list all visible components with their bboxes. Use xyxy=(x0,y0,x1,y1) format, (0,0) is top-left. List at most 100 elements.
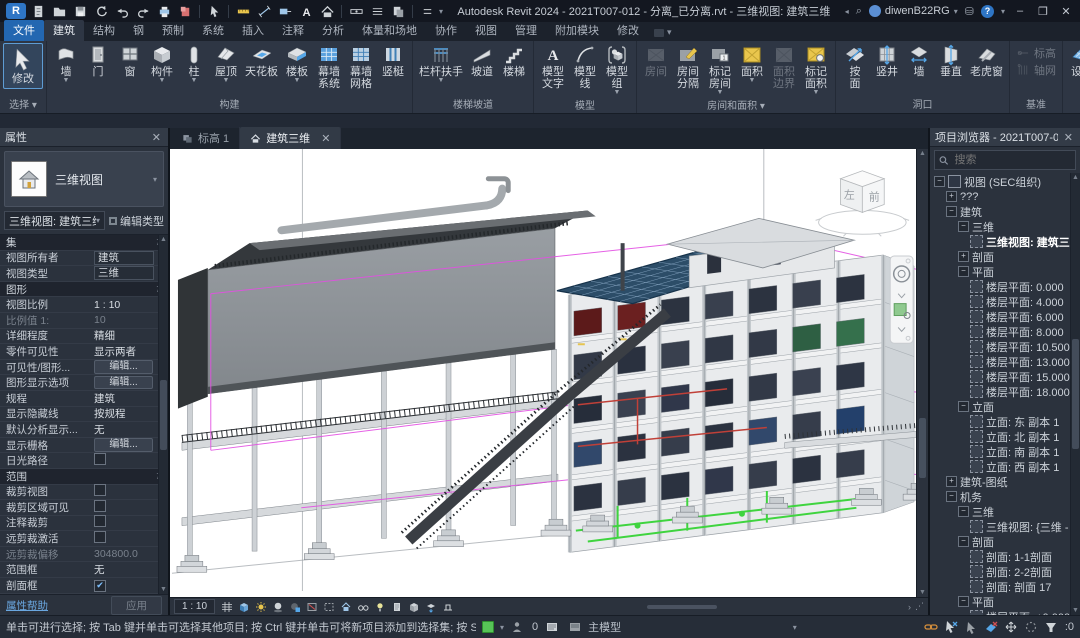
property-section-集[interactable]: 集⊼ xyxy=(0,235,168,251)
close-inactive-icon[interactable] xyxy=(176,3,194,19)
property-row-规程[interactable]: 规程建筑 xyxy=(0,391,168,407)
analytical-model-icon[interactable] xyxy=(407,600,421,614)
ribbon-button-老虎窗[interactable]: 老虎窗 xyxy=(967,43,1006,79)
open-folder-icon[interactable] xyxy=(50,3,68,19)
tab-协作[interactable]: 协作 xyxy=(426,20,466,41)
undo-icon[interactable] xyxy=(113,3,131,19)
signin-user[interactable]: diwenB22RG ▾ xyxy=(869,5,958,17)
tree-expander-icon[interactable]: − xyxy=(958,401,969,412)
resize-grip-icon[interactable]: ⋰ xyxy=(915,601,924,612)
ribbon-button-模型线[interactable]: 模型线 xyxy=(569,43,601,91)
modify-small-icon[interactable] xyxy=(205,3,223,19)
tree-item-立面[interactable]: −立面 xyxy=(930,399,1080,414)
tree-item-楼层平面: +0.000[interactable]: 楼层平面: +0.000 xyxy=(930,609,1080,615)
render-dialog-icon[interactable] xyxy=(288,600,302,614)
property-row-默认分析显示...[interactable]: 默认分析显示...无 xyxy=(0,422,168,438)
shadows-icon[interactable] xyxy=(271,600,285,614)
canvas-vertical-scrollbar[interactable]: ▲▼ xyxy=(916,149,928,597)
tree-expander-icon[interactable]: − xyxy=(946,206,957,217)
tab-视图[interactable]: 视图 xyxy=(466,20,506,41)
default-3d-view-icon[interactable] xyxy=(318,3,336,19)
property-row-裁剪区域可见[interactable]: 裁剪区域可见 xyxy=(0,500,168,516)
hscroll-right-icon[interactable]: › xyxy=(908,602,911,612)
instance-selector[interactable]: 三维视图: 建筑三维 ▾ xyxy=(4,211,105,230)
minimize-button[interactable]: – xyxy=(1012,5,1028,17)
ribbon-button-垂直[interactable]: 垂直 xyxy=(935,43,967,79)
tree-expander-icon[interactable]: + xyxy=(946,191,957,202)
property-row-可见性/图形...[interactable]: 可见性/图形...编辑... xyxy=(0,360,168,376)
ribbon-button-构件[interactable]: 构件▼ xyxy=(146,43,178,84)
select-underlay-icon[interactable] xyxy=(963,620,979,635)
media-panel-icon[interactable] xyxy=(654,29,664,37)
property-row-日光路径[interactable]: 日光路径 xyxy=(0,453,168,469)
view-tab-建筑三维[interactable]: 建筑三维✕ xyxy=(240,127,341,149)
app-store-cart-icon[interactable]: ⛁ xyxy=(965,5,974,18)
hide-isolate-icon[interactable] xyxy=(356,600,370,614)
ribbon-button-门[interactable]: 门 xyxy=(82,43,114,79)
active-design-option[interactable]: 主模型 ▾ xyxy=(588,619,917,635)
ribbon-button-天花板[interactable]: 天花板 xyxy=(242,43,281,79)
tree-item-三维视图: {三维 -[interactable]: 三维视图: {三维 - xyxy=(930,519,1080,534)
select-link-x-icon[interactable] xyxy=(943,620,959,635)
property-row-视图所有者[interactable]: 视图所有者建筑 xyxy=(0,251,168,267)
3d-viewport[interactable]: 左 前 ▲▼ xyxy=(170,149,928,597)
scale-control[interactable]: 1 : 10 xyxy=(174,599,215,614)
tree-item-???[interactable]: +??? xyxy=(930,189,1080,204)
tree-item-楼层平面: 8.000[interactable]: 楼层平面: 8.000 xyxy=(930,324,1080,339)
checkbox[interactable] xyxy=(94,484,106,496)
properties-close-icon[interactable]: ✕ xyxy=(150,131,163,144)
tree-item-三维[interactable]: −三维 xyxy=(930,504,1080,519)
tree-item-视图 (SEC组织)[interactable]: −视图 (SEC组织) xyxy=(930,174,1080,189)
ribbon-button-模型组[interactable]: 模型组▼ xyxy=(601,43,633,96)
reveal-hidden-icon[interactable] xyxy=(373,600,387,614)
tree-item-剖面[interactable]: −剖面 xyxy=(930,534,1080,549)
binoculars-search-icon[interactable]: ⌕ xyxy=(856,5,862,18)
tab-管理[interactable]: 管理 xyxy=(506,20,546,41)
apply-button[interactable]: 应用 xyxy=(111,596,162,615)
search-input[interactable] xyxy=(953,153,1071,167)
properties-scrollbar[interactable]: ▲▼ xyxy=(158,235,168,594)
view-tab-close-icon[interactable]: ✕ xyxy=(321,132,330,145)
checkbox[interactable]: ✔ xyxy=(94,580,106,592)
ribbon-button-墙[interactable]: 墙▼ xyxy=(50,43,82,84)
tree-item-楼层平面: 15.000[interactable]: 楼层平面: 15.000 xyxy=(930,369,1080,384)
ribbon-button-修改[interactable]: 修改 xyxy=(3,43,43,89)
browser-scrollbar[interactable]: ▲▼ xyxy=(1070,173,1080,615)
ribbon-button-楼梯[interactable]: 楼梯 xyxy=(498,43,530,79)
file-doc-icon[interactable] xyxy=(29,3,47,19)
pinned-x-icon[interactable] xyxy=(983,620,999,635)
restore-button[interactable]: ❐ xyxy=(1035,5,1051,18)
edit-button[interactable]: 编辑... xyxy=(94,438,153,452)
checkbox[interactable] xyxy=(94,453,106,465)
property-row-视图比例[interactable]: 视图比例1 : 10 xyxy=(0,297,168,313)
edit-type-button[interactable]: 编辑类型 xyxy=(108,213,164,229)
ribbon-button-墙[interactable]: 墙 xyxy=(903,43,935,79)
tree-item-建筑-图纸[interactable]: +建筑-图纸 xyxy=(930,474,1080,489)
text-icon[interactable]: A xyxy=(297,3,315,19)
property-row-显示隐藏线[interactable]: 显示隐藏线按规程 xyxy=(0,407,168,423)
aligned-dimension-icon[interactable] xyxy=(255,3,273,19)
tree-item-平面[interactable]: −平面 xyxy=(930,264,1080,279)
navigation-bar[interactable] xyxy=(890,256,913,343)
tab-file[interactable]: 文件 xyxy=(4,20,44,41)
ribbon-button-幕墙网格[interactable]: 幕墙网格 xyxy=(345,43,377,91)
checkbox[interactable] xyxy=(94,500,106,512)
tab-系统[interactable]: 系统 xyxy=(193,20,233,41)
tab-分析[interactable]: 分析 xyxy=(313,20,353,41)
tree-expander-icon[interactable]: − xyxy=(958,536,969,547)
type-selector[interactable]: 三维视图 ▾ xyxy=(4,151,164,207)
tree-expander-icon[interactable]: + xyxy=(958,251,969,262)
property-row-详细程度[interactable]: 详细程度精细 xyxy=(0,329,168,345)
tree-item-剖面: 剖面 17[interactable]: 剖面: 剖面 17 xyxy=(930,579,1080,594)
tree-item-机务[interactable]: −机务 xyxy=(930,489,1080,504)
browser-close-icon[interactable]: ✕ xyxy=(1062,131,1075,144)
tree-expander-icon[interactable]: − xyxy=(946,491,957,502)
ribbon-button-屋顶[interactable]: 屋顶▼ xyxy=(210,43,242,84)
dashed-circle-icon[interactable] xyxy=(1023,620,1039,635)
tree-item-剖面: 2-2剖面[interactable]: 剖面: 2-2剖面 xyxy=(930,564,1080,579)
tree-item-立面: 南 副本 1[interactable]: 立面: 南 副本 1 xyxy=(930,444,1080,459)
save-icon[interactable] xyxy=(71,3,89,19)
ribbon-button-窗[interactable]: 窗 xyxy=(114,43,146,79)
property-row-比例值 1:[interactable]: 比例值 1:10 xyxy=(0,313,168,329)
tab-插入[interactable]: 插入 xyxy=(233,20,273,41)
